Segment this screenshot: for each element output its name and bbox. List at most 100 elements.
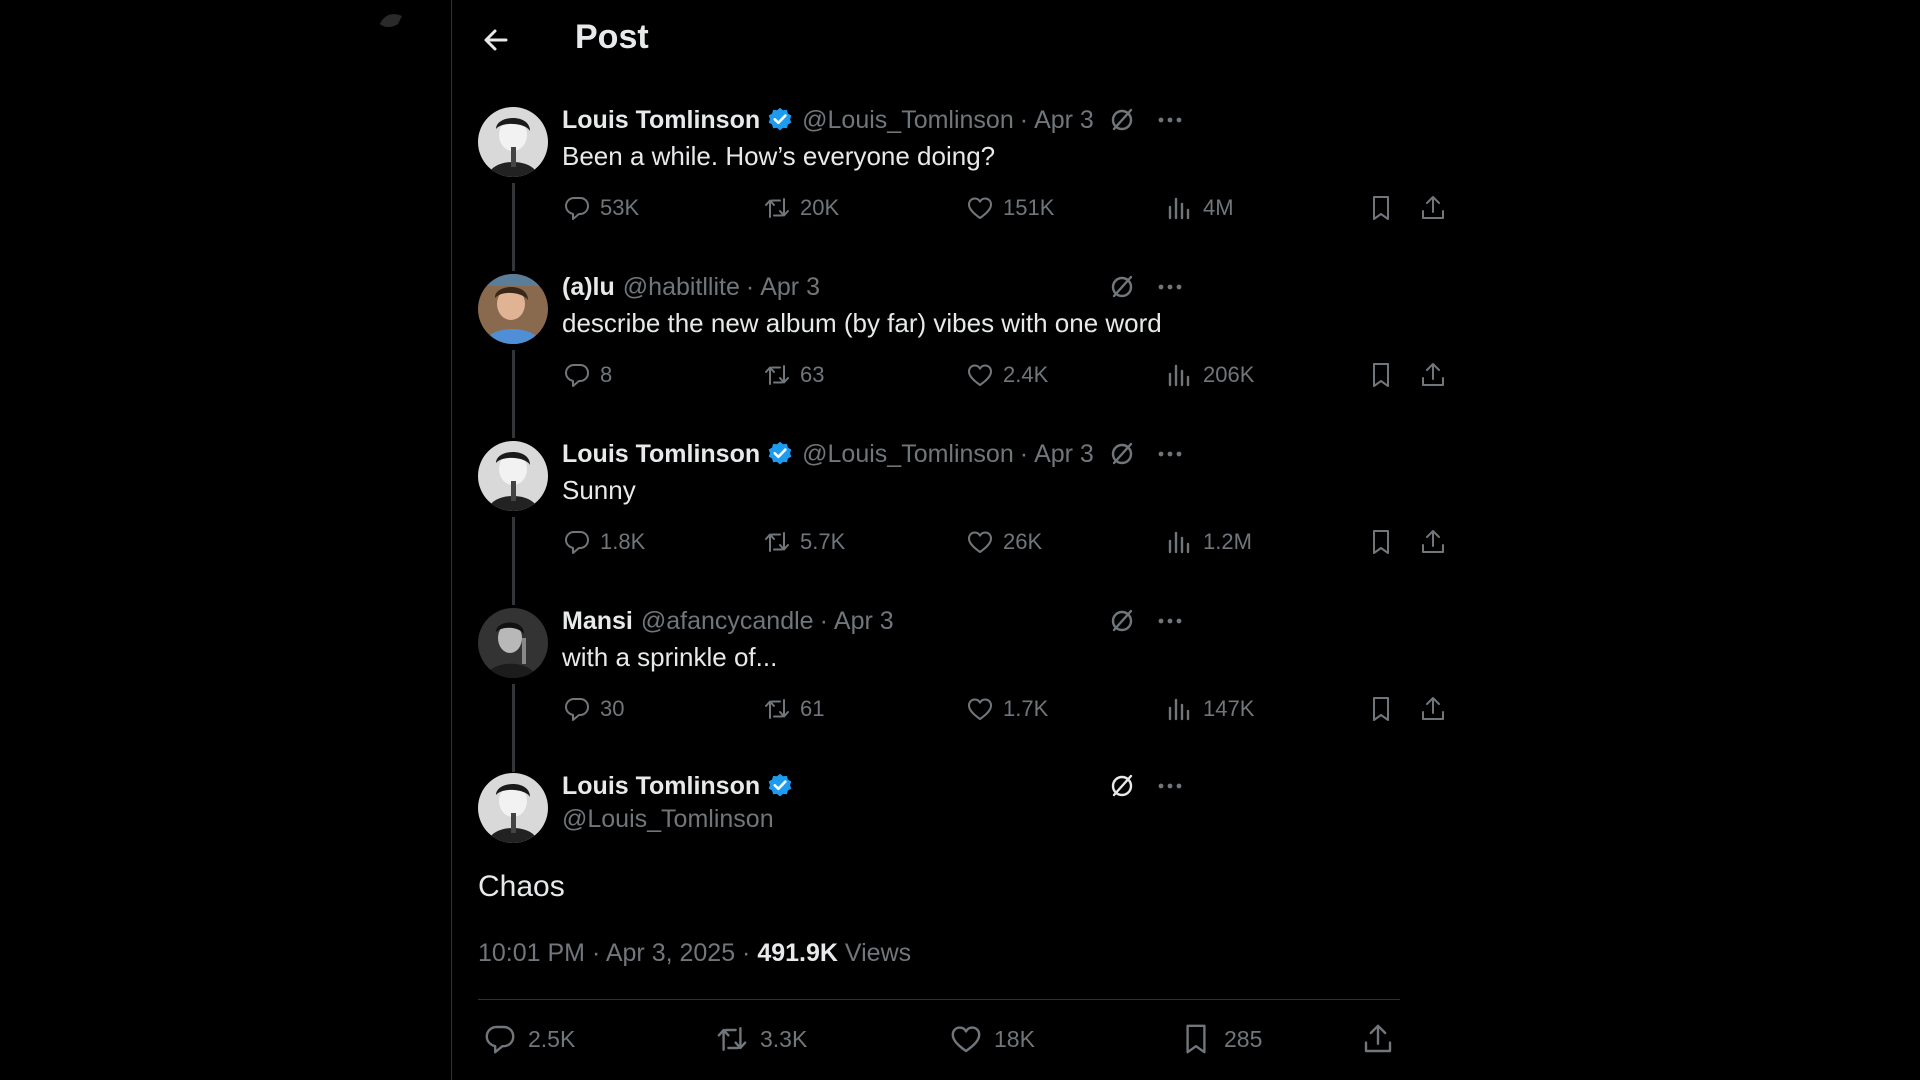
repost-icon — [765, 365, 789, 385]
like-button[interactable]: 1.7K — [965, 694, 1048, 724]
bookmark-button[interactable] — [1366, 527, 1396, 557]
share-button[interactable] — [1418, 193, 1448, 223]
like-button[interactable]: 2.4K — [965, 360, 1048, 390]
author-handle[interactable]: @Louis_Tomlinson — [802, 440, 1014, 469]
tweet-meta: Mansi @afancycandle · Apr 3 — [562, 604, 894, 638]
grok-icon[interactable] — [1107, 606, 1137, 636]
analytics-icon — [1168, 698, 1190, 721]
reply-icon — [565, 197, 589, 220]
author-name[interactable]: (a)lu — [562, 273, 615, 302]
tweet-date[interactable]: Apr 3 — [1034, 106, 1094, 135]
more-icon[interactable] — [1155, 771, 1185, 801]
views-label: Views — [837, 939, 912, 967]
post-meta: 10:01 PM · Apr 3, 2025 · 491.9K Views — [478, 939, 911, 968]
reply-button[interactable]: 1.8K — [562, 527, 645, 557]
views-button[interactable]: 206K — [1165, 360, 1254, 390]
avatar[interactable] — [478, 441, 548, 511]
grok-icon[interactable] — [1107, 771, 1137, 801]
views-button[interactable]: 4M — [1165, 193, 1234, 223]
repost-count: 63 — [800, 362, 825, 387]
heart-icon — [968, 364, 992, 386]
grok-icon[interactable] — [1107, 105, 1137, 135]
back-button[interactable] — [478, 22, 514, 58]
tweet-date[interactable]: Apr 3 — [760, 273, 820, 302]
avatar[interactable] — [478, 773, 548, 843]
views-button[interactable]: 147K — [1165, 694, 1254, 724]
repost-button[interactable]: 5.7K — [762, 527, 845, 557]
tweet-controls — [1107, 272, 1185, 302]
tweet-text: with a sprinkle of... — [562, 642, 778, 672]
tweet-date[interactable]: Apr 3 — [1034, 440, 1094, 469]
separator-dot: · — [1019, 439, 1029, 468]
like-button[interactable]: 26K — [965, 527, 1042, 557]
action-bar: 1.8K 5.7K 26K 1.2M — [562, 527, 1452, 567]
like-button[interactable]: 18K — [948, 1021, 1035, 1057]
repost-button[interactable]: 61 — [762, 694, 824, 724]
repost-count: 20K — [800, 195, 840, 220]
views-count: 1.2M — [1203, 529, 1252, 554]
page: Post Louis Tomlinson @Louis_Tomlinson · … — [0, 0, 1920, 1080]
arrow-left-icon — [484, 29, 508, 51]
thread-tweet[interactable]: Louis Tomlinson @Louis_Tomlinson · Apr 3… — [452, 431, 1453, 605]
reply-icon — [565, 364, 589, 387]
grok-icon[interactable] — [1107, 439, 1137, 469]
repost-count: 5.7K — [800, 529, 846, 554]
share-button[interactable] — [1418, 694, 1448, 724]
author-name[interactable]: Louis Tomlinson — [562, 440, 760, 469]
repost-button[interactable]: 20K — [762, 193, 839, 223]
verified-badge-icon — [768, 107, 792, 131]
thread-connector-line — [512, 350, 515, 438]
thread-tweet[interactable]: (a)lu @habitllite · Apr 3 describe the n… — [452, 264, 1453, 438]
bookmark-button[interactable] — [1366, 193, 1396, 223]
bookmark-button[interactable] — [1366, 694, 1396, 724]
page-title: Post — [575, 18, 649, 56]
avatar[interactable] — [478, 107, 548, 177]
like-count: 2.4K — [1003, 362, 1049, 387]
reply-button[interactable]: 30 — [562, 694, 624, 724]
more-icon[interactable] — [1155, 606, 1185, 636]
views-count: 491.9K — [757, 939, 838, 967]
tweet-controls — [1107, 606, 1185, 636]
repost-button[interactable]: 63 — [762, 360, 824, 390]
reply-button[interactable]: 53K — [562, 193, 639, 223]
like-count: 1.7K — [1003, 696, 1049, 721]
reply-button[interactable]: 2.5K — [482, 1021, 575, 1057]
share-icon — [1422, 697, 1444, 720]
tweet-text: Sunny — [562, 475, 636, 505]
reply-icon — [565, 698, 589, 721]
repost-button[interactable]: 3.3K — [714, 1021, 807, 1057]
views-count: 147K — [1203, 696, 1255, 721]
tweet-meta: Louis Tomlinson @Louis_Tomlinson · Apr 3 — [562, 437, 1094, 471]
post-text: Chaos — [478, 870, 565, 903]
more-icon[interactable] — [1155, 105, 1185, 135]
share-button[interactable] — [1418, 360, 1448, 390]
tweet-meta: Louis Tomlinson @Louis_Tomlinson · Apr 3 — [562, 103, 1094, 137]
more-icon[interactable] — [1155, 439, 1185, 469]
bookmark-button[interactable]: 285 — [1178, 1021, 1262, 1057]
share-button[interactable] — [1360, 1021, 1396, 1057]
thread-tweet[interactable]: Mansi @afancycandle · Apr 3 with a sprin… — [452, 598, 1453, 772]
bookmark-icon — [1373, 363, 1389, 387]
author-name[interactable]: Louis Tomlinson — [562, 106, 760, 135]
share-icon — [1422, 363, 1444, 386]
tweet-date[interactable]: Apr 3 — [834, 607, 894, 636]
avatar[interactable] — [478, 274, 548, 344]
author-name[interactable]: Louis Tomlinson — [562, 772, 760, 801]
author-name[interactable]: Mansi — [562, 607, 633, 636]
share-button[interactable] — [1418, 527, 1448, 557]
tweet-controls — [1107, 439, 1185, 469]
thread-tweet[interactable]: Louis Tomlinson @Louis_Tomlinson · Apr 3… — [452, 97, 1453, 271]
author-handle[interactable]: @Louis_Tomlinson — [802, 106, 1014, 135]
author-handle[interactable]: @habitllite — [623, 273, 740, 302]
avatar[interactable] — [478, 608, 548, 678]
main-action-bar: 2.5K 3.3K 18K 285 — [482, 1021, 1402, 1067]
bookmark-button[interactable] — [1366, 360, 1396, 390]
author-handle[interactable]: @afancycandle — [641, 607, 814, 636]
reply-button[interactable]: 8 — [562, 360, 612, 390]
post-timestamp[interactable]: 10:01 PM · Apr 3, 2025 · — [478, 939, 757, 967]
more-icon[interactable] — [1155, 272, 1185, 302]
author-handle[interactable]: @Louis_Tomlinson — [562, 805, 774, 834]
grok-icon[interactable] — [1107, 272, 1137, 302]
views-button[interactable]: 1.2M — [1165, 527, 1252, 557]
like-button[interactable]: 151K — [965, 193, 1054, 223]
